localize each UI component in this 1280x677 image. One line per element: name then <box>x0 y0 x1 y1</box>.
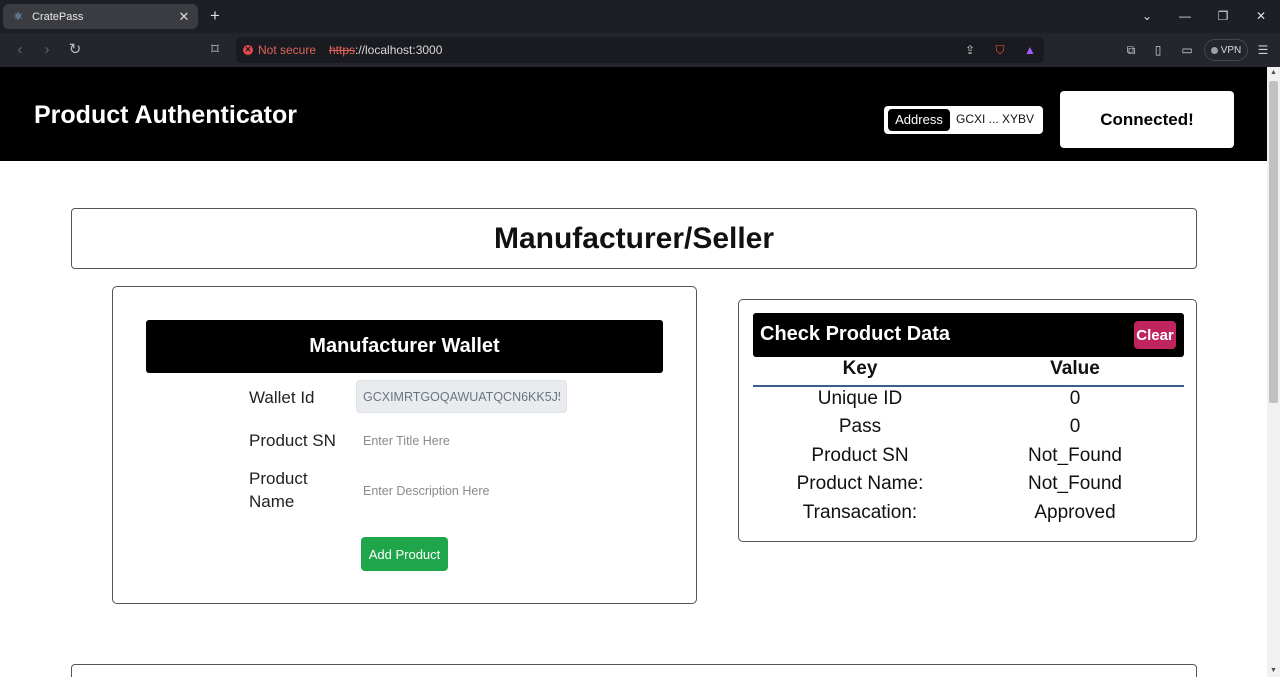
connect-wallet-button[interactable]: Connected! <box>1060 91 1234 148</box>
brave-rewards-icon[interactable]: ▲ <box>1022 42 1038 58</box>
share-icon[interactable]: ⇪ <box>962 42 978 58</box>
check-product-card: Check Product Data Clear Key Value Uniqu… <box>738 299 1197 542</box>
section-title: Manufacturer/Seller <box>71 208 1197 269</box>
wallet-id-label: Wallet Id <box>249 388 315 407</box>
key-column-header: Key <box>842 358 878 379</box>
address-pill: Address GCXI ... XYBV <box>884 106 1043 134</box>
product-sn-label: Product SN <box>249 431 336 450</box>
vpn-status-icon <box>1210 46 1218 54</box>
tab-title: CratePass <box>32 10 84 23</box>
row-key: Unique ID <box>817 388 903 409</box>
tab-search-chevron-icon[interactable]: ⌄ <box>1139 8 1155 24</box>
url-scheme: https <box>329 43 356 57</box>
sidebar-icon[interactable]: ▯ <box>1150 42 1166 58</box>
minimize-icon[interactable]: — <box>1177 8 1193 24</box>
row-key: Product Name: <box>796 473 924 494</box>
row-value: 0 <box>1069 388 1081 409</box>
react-icon: ⚛ <box>13 10 23 23</box>
brave-shields-icon[interactable]: ⛉ <box>992 42 1008 58</box>
address-bar[interactable]: ✕ Not secure https://localhost:3000 ⇪ ⛉ … <box>236 37 1044 63</box>
row-key: Pass <box>838 416 882 437</box>
restore-icon[interactable]: ❐ <box>1215 8 1231 24</box>
product-name-input[interactable] <box>356 478 616 504</box>
row-value: Not_Found <box>1027 445 1122 466</box>
url-text[interactable]: https://localhost:3000 <box>329 43 442 57</box>
row-value: 0 <box>1069 416 1081 437</box>
app-header: Product Authenticator Address GCXI ... X… <box>0 67 1267 161</box>
table-header-divider <box>753 385 1184 387</box>
row-key: Product SN <box>811 445 909 466</box>
menu-icon[interactable]: ☰ <box>1255 42 1271 58</box>
scroll-up-icon[interactable]: ▲ <box>1267 67 1280 79</box>
reload-icon[interactable]: ↻ <box>66 41 84 59</box>
row-value: Approved <box>1034 502 1116 523</box>
app-title: Product Authenticator <box>34 101 297 129</box>
vpn-label: VPN <box>1220 44 1242 56</box>
manufacturer-wallet-card: Manufacturer Wallet Wallet Id Product SN… <box>112 286 697 604</box>
browser-tab-bar: ⚛ CratePass ✕ + ⌄ — ❐ ✕ <box>0 0 1280 33</box>
not-secure-label[interactable]: Not secure <box>258 43 316 57</box>
new-tab-icon[interactable]: + <box>206 7 224 25</box>
product-name-label: Product Name <box>249 469 308 511</box>
back-icon[interactable]: ‹ <box>11 41 29 59</box>
next-section-card <box>71 664 1197 677</box>
clear-button[interactable]: Clear <box>1134 321 1176 349</box>
row-key: Transacation: <box>802 502 918 523</box>
browser-toolbar: ‹ › ↻ ⌑ ✕ Not secure https://localhost:3… <box>0 33 1280 67</box>
add-product-button[interactable]: Add Product <box>361 537 448 571</box>
page-scrollbar[interactable]: ▲ ▼ <box>1267 67 1280 677</box>
product-sn-input[interactable] <box>356 428 616 454</box>
check-product-header: Check Product Data Clear <box>753 313 1184 357</box>
vpn-button[interactable]: VPN <box>1204 39 1248 61</box>
page-viewport: Product Authenticator Address GCXI ... X… <box>0 67 1267 677</box>
address-value: GCXI ... XYBV <box>956 112 1035 126</box>
tab-close-icon[interactable]: ✕ <box>176 9 192 25</box>
row-value: Not_Found <box>1027 473 1122 494</box>
browser-tab[interactable]: ⚛ CratePass ✕ <box>3 4 198 29</box>
manufacturer-wallet-title: Manufacturer Wallet <box>146 320 663 373</box>
check-product-title: Check Product Data <box>760 323 951 345</box>
wallet-id-input[interactable] <box>356 380 567 413</box>
not-secure-icon: ✕ <box>243 45 253 55</box>
window-close-icon[interactable]: ✕ <box>1253 8 1269 24</box>
scroll-thumb[interactable] <box>1269 81 1278 403</box>
extensions-icon[interactable]: ⧉ <box>1123 42 1139 58</box>
url-host: ://localhost:3000 <box>355 43 443 57</box>
scroll-down-icon[interactable]: ▼ <box>1267 665 1280 677</box>
value-column-header: Value <box>1050 358 1100 379</box>
forward-icon[interactable]: › <box>38 41 56 59</box>
wallet-icon[interactable]: ▭ <box>1179 42 1195 58</box>
address-label: Address <box>888 109 950 131</box>
bookmark-icon[interactable]: ⌑ <box>206 41 224 59</box>
